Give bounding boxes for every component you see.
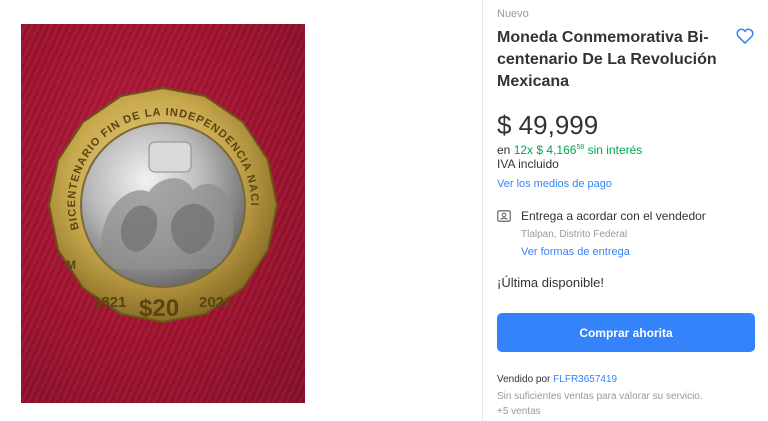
delivery-text: Entrega a acordar con el vendedor [521,209,706,223]
installments: en 12x $ 4,16658 sin interés [497,143,642,157]
coin-image: 1821 $20 2021 M BICENTENARIO FIN DE LA I… [21,24,279,324]
panel-divider [482,0,483,421]
heart-outline-icon[interactable] [735,26,755,46]
seller-name-link[interactable]: FLFR3657419 [553,374,617,385]
installment-cents: 58 [576,144,585,151]
installments-count: 12x [513,143,534,157]
product-condition: Nuevo [497,8,529,20]
seller-prefix: Vendido por [497,374,551,385]
seller-info: Vendido por FLFR3657419 [497,374,617,385]
buy-now-button[interactable]: Comprar ahorita [497,313,755,352]
tax-note: IVA incluido [497,157,559,171]
product-price: $ 49,999 [497,110,599,140]
seller-reputation-note: Sin suficientes ventas para valorar su s… [497,391,703,402]
seller-location: Tlalpan, Distrito Federal [521,229,628,240]
product-photo[interactable]: 1821 $20 2021 M BICENTENARIO FIN DE LA I… [21,24,305,403]
product-info: Nuevo Moneda Conmemorativa Bi-centenario… [497,0,768,421]
installment-amount: $ 4,166 [536,143,577,157]
seller-sales: +5 ventas [497,406,541,417]
product-title: Moneda Conmemorativa Bi-centenario De La… [497,29,717,90]
coin-denomination: $20 [139,295,179,322]
payment-methods-link[interactable]: Ver los medios de pago [497,178,612,190]
product-gallery: 1821 $20 2021 M BICENTENARIO FIN DE LA I… [0,0,470,421]
stock-label: ¡Última disponible! [497,275,604,290]
coin-mint-mark: M [66,258,76,272]
installments-suffix: sin interés [587,143,643,157]
shipping-icon [497,209,511,222]
coin-year-left: 1821 [93,294,126,311]
delivery-options-link[interactable]: Ver formas de entrega [521,246,630,258]
installments-prefix: en [497,143,511,157]
coin-year-right: 2021 [199,294,232,311]
